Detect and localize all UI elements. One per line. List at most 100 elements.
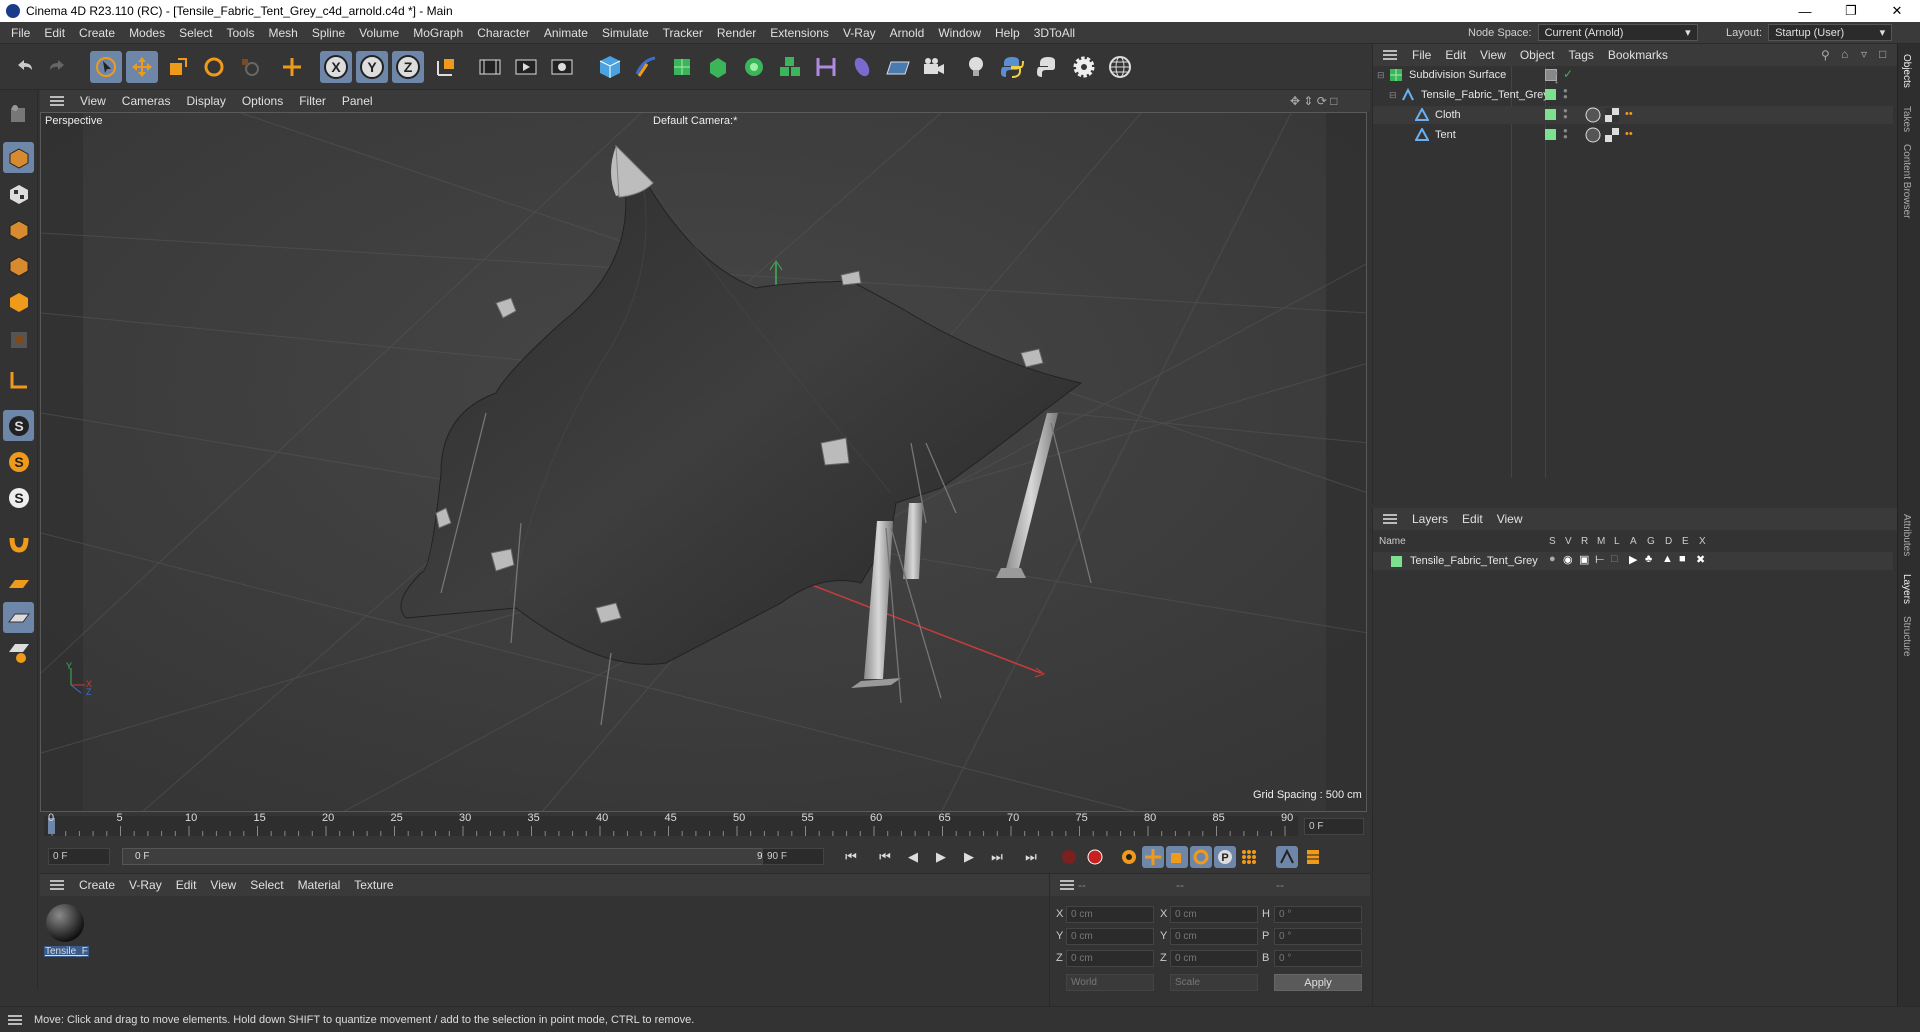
material-menu-material[interactable]: Material [291, 878, 348, 892]
pen-icon[interactable] [630, 51, 662, 83]
previous-key-icon[interactable]: ⏮ [874, 846, 896, 868]
viewport-camera-name[interactable]: Default Camera:* [653, 115, 737, 127]
menu-tools[interactable]: Tools [219, 26, 261, 40]
tab-takes[interactable]: Takes [1901, 106, 1912, 132]
transform-icon[interactable] [276, 51, 308, 83]
layer-render-icon[interactable]: ▣ [1579, 553, 1589, 566]
object-menu-edit[interactable]: Edit [1438, 48, 1473, 62]
material-menu-create[interactable]: Create [72, 878, 122, 892]
menu-modes[interactable]: Modes [122, 26, 172, 40]
tab-objects[interactable]: Objects [1901, 54, 1912, 88]
redo-icon[interactable] [42, 51, 74, 83]
grid-icon[interactable] [3, 602, 34, 633]
record-icon[interactable] [1058, 846, 1080, 868]
render-view-icon[interactable] [474, 51, 506, 83]
timeline-window-icon[interactable] [1302, 846, 1324, 868]
deformer-icon[interactable] [810, 51, 842, 83]
model-mode-icon[interactable] [3, 142, 34, 173]
object-menu-object[interactable]: Object [1513, 48, 1562, 62]
rotate-icon[interactable] [198, 51, 230, 83]
pos-x-field[interactable]: 0 cm [1066, 906, 1154, 923]
start-frame-field[interactable]: 0 F [48, 848, 110, 865]
expand-icon[interactable]: ⊟ [1389, 90, 1401, 101]
viewport-3d[interactable]: Perspective Default Camera:* Grid Spacin… [40, 112, 1367, 812]
keyframe-selection-icon[interactable] [1118, 846, 1140, 868]
menu-help[interactable]: Help [988, 26, 1027, 40]
layer-color-icon[interactable] [1545, 89, 1556, 100]
size-y-field[interactable]: 0 cm [1170, 928, 1258, 945]
autokey-icon[interactable] [1084, 846, 1106, 868]
menu-select[interactable]: Select [172, 26, 219, 40]
key-position-icon[interactable] [1142, 846, 1164, 868]
material-menu-texture[interactable]: Texture [347, 878, 400, 892]
menu-vray[interactable]: V-Ray [836, 26, 883, 40]
render-settings-icon[interactable] [546, 51, 578, 83]
cloner-icon[interactable] [738, 51, 770, 83]
menu-arnold[interactable]: Arnold [883, 26, 932, 40]
hamburger-icon[interactable] [1383, 514, 1397, 524]
material-menu-edit[interactable]: Edit [169, 878, 204, 892]
checkmark-icon[interactable]: ✓ [1563, 67, 1573, 81]
hamburger-icon[interactable] [1383, 50, 1397, 60]
material-item[interactable]: Tensile_F [44, 902, 89, 962]
current-frame-field[interactable]: 0 F [1304, 818, 1364, 835]
rot-p-field[interactable]: 0 ° [1274, 928, 1362, 945]
menu-simulate[interactable]: Simulate [595, 26, 656, 40]
hamburger-icon[interactable] [1060, 880, 1074, 890]
size-z-field[interactable]: 0 cm [1170, 950, 1258, 967]
layer-color-swatch[interactable] [1391, 555, 1402, 567]
enable-axis-icon[interactable] [3, 364, 34, 395]
node-space-dropdown[interactable]: Current (Arnold) ▾ [1537, 24, 1698, 41]
end-frame-field[interactable]: 90 F [762, 848, 824, 865]
hamburger-icon[interactable] [50, 880, 64, 890]
menu-animate[interactable]: Animate [537, 26, 595, 40]
frame-range-slider[interactable]: 0 F 90 F [122, 848, 790, 865]
layer-color-icon[interactable] [1545, 109, 1556, 120]
object-row-subdivision[interactable]: ⊟ Subdivision Surface ✓ • • [1373, 66, 1893, 87]
rot-b-field[interactable]: 0 ° [1274, 950, 1362, 967]
texture-mode-icon[interactable] [3, 178, 34, 209]
object-row-tensile-fabric[interactable]: ⊟ Tensile_Fabric_Tent_Grey ● ● [1373, 86, 1893, 104]
menu-edit[interactable]: Edit [37, 26, 72, 40]
menu-mesh[interactable]: Mesh [261, 26, 304, 40]
menu-render[interactable]: Render [710, 26, 763, 40]
apply-button[interactable]: Apply [1274, 974, 1362, 991]
quantize-icon[interactable]: S [3, 482, 34, 513]
polygon-mode-icon[interactable] [3, 286, 34, 317]
menu-character[interactable]: Character [470, 26, 537, 40]
object-menu-bookmarks[interactable]: Bookmarks [1601, 48, 1675, 62]
python-icon[interactable] [996, 51, 1028, 83]
x-axis-icon[interactable]: X [320, 51, 352, 83]
layer-color-icon[interactable] [1545, 129, 1556, 140]
workplane-icon[interactable] [3, 568, 34, 599]
material-menu-view[interactable]: View [203, 878, 243, 892]
point-mode-icon[interactable] [3, 214, 34, 245]
object-menu-view[interactable]: View [1473, 48, 1513, 62]
key-pla-icon[interactable] [1238, 846, 1260, 868]
extrude-icon[interactable] [702, 51, 734, 83]
layout-dropdown[interactable]: Startup (User) ▾ [1768, 24, 1893, 41]
hamburger-icon[interactable] [8, 1014, 22, 1025]
tab-content-browser[interactable]: Content Browser [1901, 144, 1912, 218]
uv-mode-icon[interactable] [3, 324, 34, 355]
next-frame-icon[interactable]: ▶ [958, 846, 980, 868]
menu-mograph[interactable]: MoGraph [406, 26, 470, 40]
expand-icon[interactable]: ⊟ [1377, 70, 1389, 81]
hamburger-icon[interactable] [50, 96, 64, 106]
layer-solo-icon[interactable]: ● [1549, 553, 1556, 565]
layer-expressions-icon[interactable]: ■ [1679, 553, 1686, 565]
subdivision-icon[interactable] [666, 51, 698, 83]
motion-clip-icon[interactable] [1276, 846, 1298, 868]
minimize-icon[interactable]: — [1782, 0, 1828, 22]
go-to-end-icon[interactable]: ⏭ [1020, 846, 1042, 868]
menu-create[interactable]: Create [72, 26, 122, 40]
snap-settings-icon[interactable]: S [3, 446, 34, 477]
close-icon[interactable]: ✕ [1874, 0, 1920, 22]
visibility-dots-icon[interactable]: ● ● [1563, 127, 1568, 141]
previous-frame-icon[interactable]: ◀ [902, 846, 924, 868]
z-axis-icon[interactable]: Z [392, 51, 424, 83]
layer-animation-icon[interactable]: ▶ [1629, 553, 1637, 566]
coord-system-dropdown[interactable]: World [1066, 974, 1154, 991]
locked-workplane-icon[interactable] [3, 636, 34, 667]
layer-menu-edit[interactable]: Edit [1455, 512, 1490, 526]
